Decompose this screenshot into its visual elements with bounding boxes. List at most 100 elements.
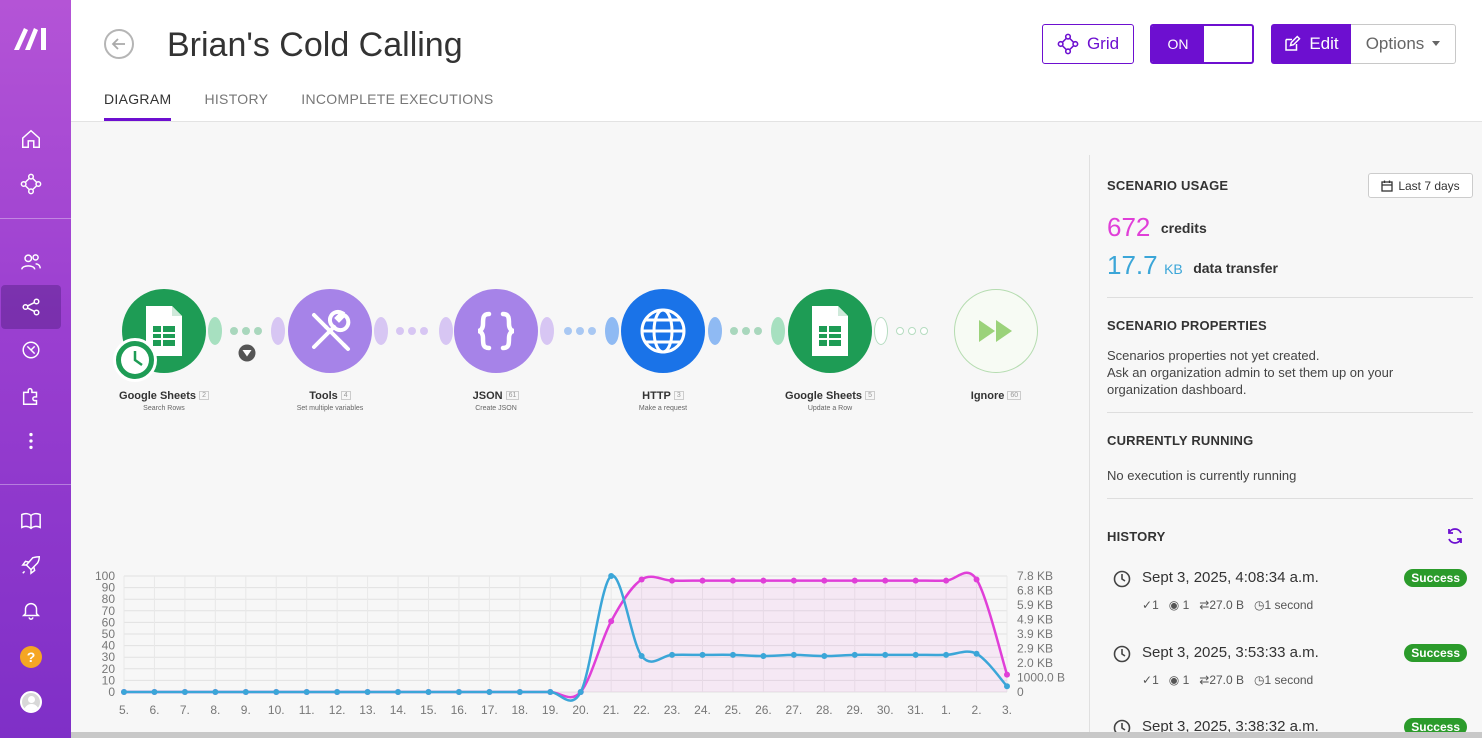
- x-tick: 14.: [390, 703, 407, 717]
- clock-icon: [1113, 570, 1131, 588]
- module-ignore[interactable]: [954, 289, 1038, 373]
- series-area: [124, 572, 1007, 698]
- data-point: [608, 618, 615, 625]
- tab-diagram[interactable]: DIAGRAM: [104, 91, 172, 121]
- data-point: [760, 653, 767, 660]
- module-label: HTTP 3: [593, 390, 733, 402]
- y-tick-left: 0: [108, 685, 115, 699]
- check-icon: ✓: [1142, 598, 1153, 612]
- x-tick: 17.: [481, 703, 498, 717]
- date-range-button[interactable]: Last 7 days: [1368, 173, 1473, 198]
- grid-nodes-icon: [1057, 33, 1079, 55]
- options-dropdown[interactable]: Options: [1351, 24, 1456, 64]
- history-item[interactable]: Sept 3, 2025, 4:08:34 a.m. Success ✓1 ◉ …: [1113, 569, 1473, 629]
- history-title: HISTORY: [1107, 529, 1166, 544]
- help-icon[interactable]: ?: [0, 635, 62, 679]
- y-tick-right: 6.8 KB: [1017, 584, 1053, 598]
- transfer-size: ⇄27.0 B: [1199, 598, 1245, 612]
- integrations-icon[interactable]: [0, 328, 62, 372]
- refresh-icon[interactable]: [1446, 527, 1464, 545]
- scheduling-toggle[interactable]: ON: [1150, 24, 1254, 64]
- data-point: [242, 689, 249, 695]
- y-tick-right: 4.9 KB: [1017, 613, 1053, 627]
- x-tick: 9.: [241, 703, 251, 717]
- connection-dot: [230, 327, 238, 335]
- x-tick: 6.: [149, 703, 159, 717]
- module-sub: Search Rows: [143, 405, 185, 412]
- team-icon[interactable]: [0, 240, 62, 284]
- clock-trigger-icon[interactable]: [113, 338, 157, 382]
- header: Brian's Cold Calling DIAGRAM HISTORY INC…: [71, 0, 1482, 122]
- x-tick: 23.: [664, 703, 681, 717]
- scenario-canvas[interactable]: Google Sheets 2 Search Rows Tools 4 Set mu…: [71, 123, 1089, 738]
- x-tick: 13.: [359, 703, 376, 717]
- y-tick-right: 0: [1017, 685, 1024, 699]
- data-point: [973, 576, 980, 583]
- credits-label: credits: [1160, 220, 1207, 236]
- transfer-size: ⇄27.0 B: [1199, 673, 1245, 687]
- data-point: [943, 651, 950, 658]
- module-google-sheets-update[interactable]: [788, 289, 872, 373]
- edit-button-label: Edit: [1309, 34, 1339, 53]
- transfer-label: data transfer: [1193, 260, 1279, 276]
- bell-icon[interactable]: [0, 588, 62, 632]
- rocket-icon[interactable]: [0, 543, 62, 587]
- module-label: Tools 4: [260, 390, 400, 402]
- connection-dot: [564, 327, 572, 335]
- x-tick: 26.: [755, 703, 772, 717]
- puzzle-icon[interactable]: [0, 374, 62, 418]
- tab-history[interactable]: HISTORY: [204, 91, 268, 121]
- share-icon[interactable]: [1, 285, 61, 329]
- duration: ◷1 second: [1254, 598, 1314, 612]
- currently-running-title: CURRENTLY RUNNING: [1107, 433, 1254, 448]
- history-meta: ✓1 ◉ 1 ⇄27.0 B ◷1 second: [1142, 673, 1313, 687]
- x-tick: 12.: [329, 703, 346, 717]
- running-text: No execution is currently running: [1107, 468, 1297, 483]
- grid-button[interactable]: Grid: [1042, 24, 1134, 64]
- status-badge: Success: [1404, 569, 1467, 587]
- filter-icon[interactable]: [238, 344, 256, 362]
- module-tools[interactable]: [288, 289, 372, 373]
- back-button[interactable]: [104, 29, 134, 59]
- make-logo-icon[interactable]: [12, 24, 52, 52]
- connection-dot: [908, 327, 916, 335]
- connection-dot: [754, 327, 762, 335]
- module-sub: Make a request: [638, 405, 688, 412]
- history-item[interactable]: Sept 3, 2025, 3:53:33 a.m. Success ✓1 ◉ …: [1113, 644, 1473, 704]
- connection-dot: [396, 327, 404, 335]
- x-tick: 25.: [725, 703, 742, 717]
- book-icon[interactable]: [0, 499, 62, 543]
- module-connector: [540, 317, 554, 345]
- data-point: [151, 689, 158, 695]
- x-tick: 20.: [572, 703, 589, 717]
- eye-icon: ◉: [1168, 598, 1180, 612]
- module-connector: [439, 317, 453, 345]
- y-tick-right: 3.9 KB: [1017, 627, 1053, 641]
- x-tick: 31.: [907, 703, 924, 717]
- more-vertical-icon[interactable]: [0, 419, 62, 463]
- transfer-value: 17.7: [1107, 250, 1158, 280]
- home-icon[interactable]: [0, 117, 62, 161]
- data-point: [943, 577, 950, 584]
- x-tick: 22.: [633, 703, 650, 717]
- x-tick: 7.: [180, 703, 190, 717]
- avatar[interactable]: [0, 680, 62, 724]
- data-point: [882, 651, 889, 658]
- module-http[interactable]: [621, 289, 705, 373]
- module-json[interactable]: [454, 289, 538, 373]
- data-point: [821, 653, 828, 660]
- horizontal-scrollbar[interactable]: [71, 732, 1482, 738]
- data-point: [790, 651, 797, 658]
- operations-count: ✓1: [1142, 598, 1159, 612]
- data-point: [790, 577, 797, 584]
- scenarios-icon[interactable]: [0, 162, 62, 206]
- x-tick: 19.: [542, 703, 559, 717]
- x-tick: 5.: [119, 703, 129, 717]
- data-point: [395, 689, 402, 695]
- transfer-arrows-icon: ⇄: [1199, 673, 1210, 687]
- edit-button[interactable]: Edit: [1271, 24, 1351, 64]
- arrow-left-icon: [111, 38, 125, 50]
- y-tick-right: 2.0 KB: [1017, 656, 1053, 670]
- data-point: [303, 689, 310, 695]
- tab-incomplete-executions[interactable]: INCOMPLETE EXECUTIONS: [301, 91, 493, 121]
